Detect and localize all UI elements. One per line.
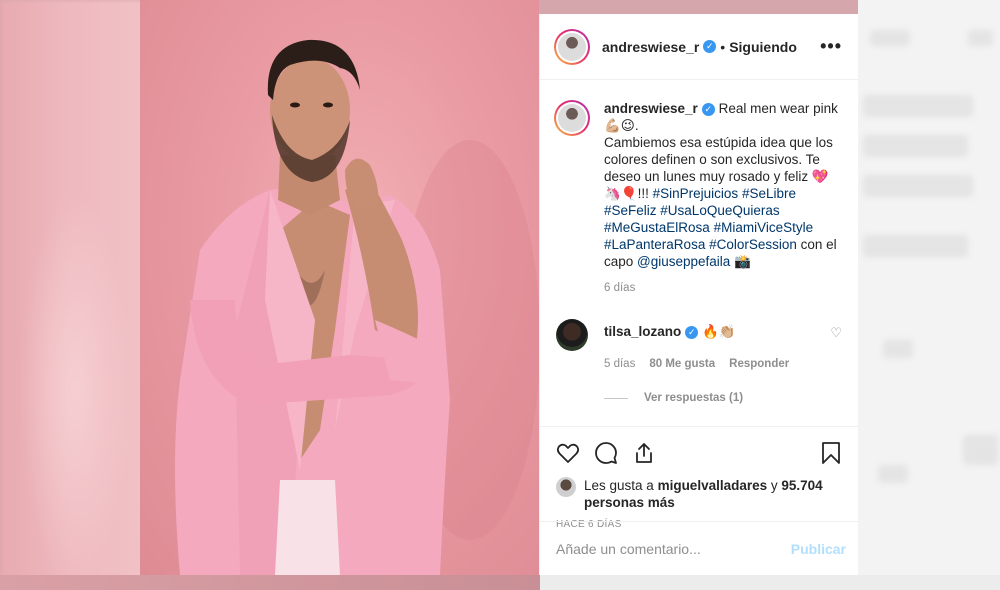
comment-text: 🔥👏🏼 [702,324,736,339]
comment-body: tilsa_lozano ✓ 🔥👏🏼 5 días 80 Me gusta Res… [604,319,814,370]
hashtag-link[interactable]: #SeFeliz [604,203,657,218]
comment-like-heart-icon[interactable]: ♡ [830,319,842,341]
hashtag-link[interactable]: #SinPrejuicios [653,186,739,201]
comment-icon[interactable] [594,441,618,465]
caption-time[interactable]: 6 días [604,280,840,297]
verified-badge-icon: ✓ [701,103,715,116]
action-icons [556,439,842,467]
hashtag-link[interactable]: #UsaLoQueQuieras [660,203,779,218]
caption-body: andreswiese_r ✓ Real men wear pink 💪🏼😉. C… [604,100,840,297]
more-options-icon[interactable]: ••• [820,36,842,57]
caption-author-avatar[interactable] [554,100,590,136]
share-icon[interactable] [632,441,656,465]
verified-badge-icon: ✓ [703,40,717,53]
likes-text: Les gusta a miguelvalladares y 95.704 pe… [584,477,842,511]
verified-badge-icon: ✓ [685,326,699,339]
following-button[interactable]: Siguiendo [729,39,797,55]
separator-dot: • [720,38,726,55]
comment-likes[interactable]: 80 Me gusta [649,358,715,370]
bookmark-icon[interactable] [820,441,842,465]
comment-item: tilsa_lozano ✓ 🔥👏🏼 5 días 80 Me gusta Res… [554,319,842,370]
heart-icon[interactable] [556,441,580,465]
author-avatar[interactable] [554,28,590,65]
reply-button[interactable]: Responder [729,358,789,370]
commenter-avatar[interactable] [556,319,588,351]
portrait-illustration [175,39,539,575]
post-panel: andreswiese_r ✓ • Siguiendo ••• andreswi… [539,14,858,575]
hashtag-link[interactable]: #MiamiViceStyle [714,220,814,235]
commenter-username[interactable]: tilsa_lozano [604,324,681,339]
likes-middle: y [767,478,782,493]
add-comment-bar: Publicar [540,521,858,575]
hashtag-link[interactable]: #MeGustaElRosa [604,220,710,235]
mention-link[interactable]: @giuseppefaila [637,254,730,269]
liker-avatar[interactable] [556,477,576,497]
hashtag-link[interactable]: #ColorSession [709,237,797,252]
publish-button[interactable]: Publicar [791,541,846,557]
caption-author-username[interactable]: andreswiese_r [604,101,698,116]
likes-prefix: Les gusta a [584,478,658,493]
hashtag-link[interactable]: #LaPanteraRosa [604,237,705,252]
view-replies-button[interactable]: Ver respuestas (1) [604,392,842,404]
author-username[interactable]: andreswiese_r [602,39,699,55]
caption: andreswiese_r ✓ Real men wear pink 💪🏼😉. C… [554,100,842,297]
post-header: andreswiese_r ✓ • Siguiendo ••• [540,14,858,80]
bottom-strip [0,575,1000,590]
comment-time[interactable]: 5 días [604,358,635,370]
replies-divider [604,397,628,399]
liker-username[interactable]: miguelvalladares [658,478,768,493]
post-photo[interactable] [140,0,539,575]
post-actions: Les gusta a miguelvalladares y 95.704 pe… [540,426,858,530]
camera-emoji: 📸 [730,254,751,269]
hashtag-link[interactable]: #SeLibre [742,186,796,201]
view-replies-label: Ver respuestas (1) [644,392,744,404]
comment-input[interactable] [556,540,791,557]
blurred-backdrop-right [858,0,1000,590]
comments-section[interactable]: andreswiese_r ✓ Real men wear pink 💪🏼😉. C… [540,80,858,426]
likes-summary: Les gusta a miguelvalladares y 95.704 pe… [556,477,842,511]
comment-meta: 5 días 80 Me gusta Responder [604,358,814,370]
